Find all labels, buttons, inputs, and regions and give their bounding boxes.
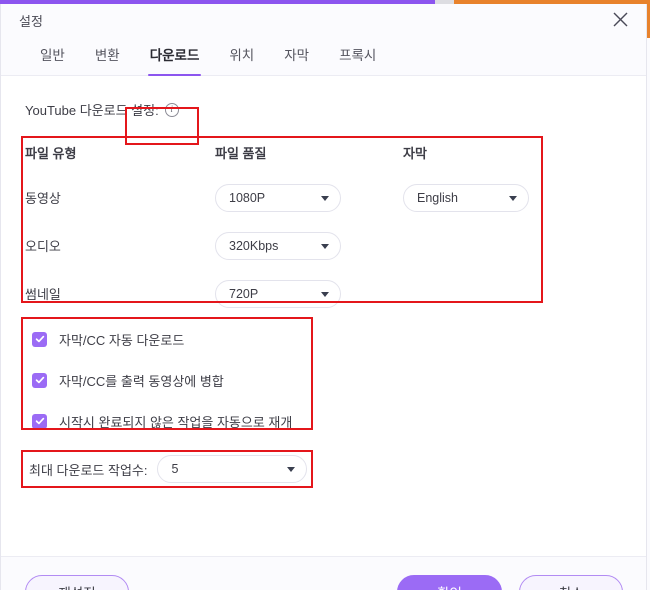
section-title: YouTube 다운로드 설정: i — [25, 100, 179, 119]
top-accent-purple-strip — [0, 0, 435, 4]
tab-location[interactable]: 위치 — [214, 36, 269, 64]
download-settings-table: 파일 유형 파일 품질 자막 동영상 1080P English 오디오 320… — [25, 144, 537, 328]
settings-content: YouTube 다운로드 설정: i 파일 유형 파일 품질 자막 동영상 10… — [1, 76, 646, 556]
checkbox-resume-unfinished-tasks[interactable]: 시작시 완료되지 않은 작업을 자동으로 재개 — [32, 410, 292, 432]
table-row: 오디오 320Kbps — [25, 232, 537, 280]
chevron-down-icon — [321, 244, 329, 249]
max-download-jobs-dropdown[interactable]: 5 — [157, 455, 308, 483]
video-quality-value: 1080P — [229, 191, 266, 205]
video-subtitle-value: English — [417, 191, 458, 205]
checkbox-merge-subtitles[interactable]: 자막/CC를 출력 동영상에 병합 — [32, 369, 292, 391]
chevron-down-icon — [321, 292, 329, 297]
column-header-file-type: 파일 유형 — [25, 146, 77, 161]
close-icon[interactable] — [606, 6, 634, 34]
top-accent-orange-strip — [454, 0, 650, 4]
tab-subtitle-label: 자막 — [284, 48, 310, 63]
ok-button[interactable]: 확인 — [397, 575, 502, 590]
max-download-jobs-value: 5 — [171, 462, 179, 476]
max-download-jobs-row: 최대 다운로드 작업수: 5 — [29, 455, 308, 483]
title-bar: 설정 — [1, 4, 646, 36]
thumbnail-quality-value: 720P — [229, 287, 259, 301]
checkbox-label: 자막/CC 자동 다운로드 — [59, 332, 185, 348]
top-accent-gray-strip — [435, 0, 454, 4]
tab-general-label: 일반 — [40, 48, 65, 63]
tab-download[interactable]: 다운로드 — [135, 36, 215, 76]
tab-bar: 일반 변환 다운로드 위치 자막 프록시 — [1, 36, 646, 76]
section-title-label: YouTube 다운로드 설정: — [25, 103, 159, 118]
table-row: 썸네일 720P — [25, 280, 537, 328]
checkbox-checked-icon — [32, 331, 47, 347]
video-subtitle-cell: English — [403, 184, 529, 212]
video-subtitle-dropdown[interactable]: English — [403, 184, 529, 212]
reset-button[interactable]: 재설정 — [25, 575, 129, 590]
settings-dialog: 설정 일반 변환 다운로드 위치 자막 프록시 YouTube 다운로드 설정:… — [0, 4, 647, 590]
column-header-subtitle: 자막 — [403, 146, 427, 161]
chevron-down-icon — [287, 467, 296, 472]
max-download-jobs-label: 최대 다운로드 작업수: — [29, 462, 148, 478]
video-quality-dropdown[interactable]: 1080P — [215, 184, 341, 212]
tab-general[interactable]: 일반 — [25, 36, 80, 64]
row-label-thumbnail: 썸네일 — [25, 287, 61, 302]
audio-quality-cell: 320Kbps — [215, 232, 341, 260]
settings-window: 설정 일반 변환 다운로드 위치 자막 프록시 YouTube 다운로드 설정:… — [0, 0, 650, 590]
audio-quality-value: 320Kbps — [229, 239, 279, 253]
row-label-audio: 오디오 — [25, 239, 61, 254]
thumbnail-quality-dropdown[interactable]: 720P — [215, 280, 341, 308]
chevron-down-icon — [509, 196, 517, 201]
chevron-down-icon — [321, 196, 329, 201]
tab-convert-label: 변환 — [94, 48, 120, 63]
tab-location-label: 위치 — [229, 48, 255, 63]
thumbnail-quality-cell: 720P — [215, 280, 341, 308]
column-header-file-quality: 파일 품질 — [215, 146, 267, 161]
tab-download-label: 다운로드 — [149, 48, 200, 63]
tab-proxy[interactable]: 프록시 — [324, 36, 391, 64]
table-row: 동영상 1080P English — [25, 184, 537, 232]
dialog-footer: 재설정 확인 취소 — [1, 556, 646, 590]
checkbox-label: 자막/CC를 출력 동영상에 병합 — [59, 373, 224, 389]
checkbox-auto-download-subtitles[interactable]: 자막/CC 자동 다운로드 — [32, 328, 292, 350]
cancel-button[interactable]: 취소 — [519, 575, 623, 590]
tab-subtitle[interactable]: 자막 — [269, 36, 324, 64]
checkbox-group: 자막/CC 자동 다운로드 자막/CC를 출력 동영상에 병합 시작시 완료되지… — [32, 328, 292, 432]
checkbox-checked-icon — [32, 372, 47, 388]
video-quality-cell: 1080P — [215, 184, 341, 212]
row-label-video: 동영상 — [25, 191, 61, 206]
table-header-row: 파일 유형 파일 품질 자막 — [25, 144, 537, 184]
checkbox-label: 시작시 완료되지 않은 작업을 자동으로 재개 — [59, 414, 293, 430]
info-icon[interactable]: i — [164, 102, 179, 117]
window-title: 설정 — [19, 14, 43, 29]
checkbox-checked-icon — [32, 413, 47, 429]
audio-quality-dropdown[interactable]: 320Kbps — [215, 232, 341, 260]
tab-convert[interactable]: 변환 — [80, 36, 135, 64]
tab-proxy-label: 프록시 — [339, 48, 377, 63]
